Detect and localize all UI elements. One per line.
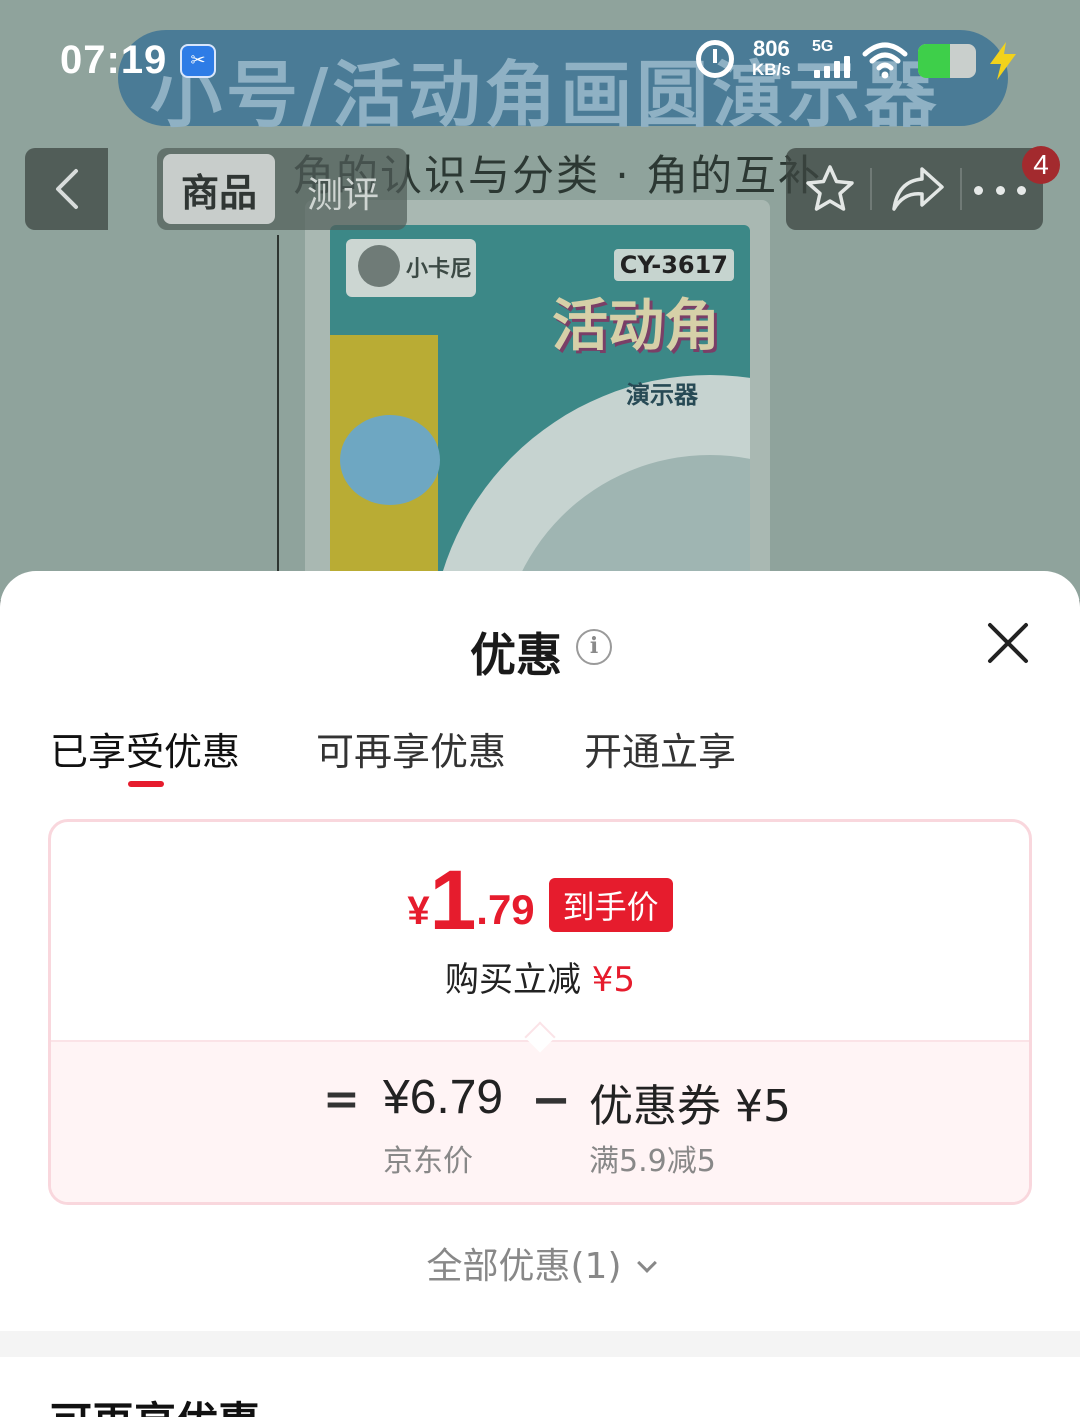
brand-mascot-icon (358, 245, 400, 287)
net-speed-value: 806 (753, 36, 790, 61)
star-icon[interactable] (804, 163, 856, 215)
active-tab-indicator (128, 781, 164, 787)
net-speed-unit: KB/s (752, 60, 791, 79)
frame-line (277, 235, 279, 575)
reduction-label: 购买立减 (444, 960, 581, 1000)
gear-graphic (340, 415, 440, 505)
jd-price-label: 京东价 (383, 1144, 473, 1179)
charging-bolt-icon (990, 42, 1016, 80)
nav-tabs: 商品 测评 (157, 148, 407, 230)
divider (870, 168, 872, 210)
coupon-rule: 满5.9减5 (589, 1144, 716, 1179)
net-speed: 806 KB/s (752, 38, 791, 80)
minus-sign: − (531, 1072, 572, 1128)
product-brand: 小卡尼 (406, 257, 473, 282)
notification-badge: 4 (1022, 146, 1060, 184)
final-price-tag: 到手价 (548, 878, 673, 932)
status-time: 07:19 (60, 38, 168, 82)
battery-level (918, 44, 950, 78)
sheet-title: 优惠 (470, 628, 562, 682)
close-icon[interactable] (986, 621, 1030, 665)
price-integer: 1 (429, 853, 477, 947)
equals-sign: = (323, 1074, 360, 1125)
final-price: ¥ 1 .79 到手价 (51, 858, 1029, 942)
section-divider (0, 1331, 1080, 1357)
price-currency: ¥ (407, 889, 430, 933)
product-brand-logo: 小卡尼 (346, 239, 476, 297)
tab-enjoyed-offers[interactable]: 已享受优惠 (50, 721, 240, 776)
chevron-down-icon (636, 1253, 657, 1273)
price-formula: = ¥6.79 京东价 − 优惠券 ¥5 满5.9减5 (51, 1070, 1029, 1180)
tab-activate-offers[interactable]: 开通立享 (584, 721, 736, 776)
product-package: 小卡尼 CY-3617 活动角 演示器 (330, 225, 750, 595)
nav-actions (786, 148, 1043, 230)
price-decimal: .79 (476, 886, 535, 933)
jd-price: ¥6.79 (383, 1071, 504, 1124)
tab-product[interactable]: 商品 (163, 154, 275, 224)
price-breakdown-card: ¥ 1 .79 到手价 购买立减 ¥5 = ¥6.79 京东价 − 优惠券 ¥5… (48, 819, 1032, 1205)
battery-icon (918, 44, 976, 78)
network-type: 5G (812, 38, 834, 55)
product-name-sub: 演示器 (626, 381, 698, 409)
reduction-amount: ¥5 (591, 960, 636, 1000)
status-icons: 806 KB/s 5G (696, 36, 1026, 84)
reduction-line: 购买立减 ¥5 (51, 952, 1029, 1001)
coupon-amount: 优惠券 ¥5 (589, 1081, 791, 1132)
tab-review[interactable]: 测评 (307, 166, 379, 218)
all-offers-label: 全部优惠(1) (426, 1246, 622, 1287)
wifi-icon (862, 42, 908, 79)
all-offers-toggle[interactable]: 全部优惠(1) (0, 1237, 1080, 1289)
product-background: 小号/活动角画圆演示器 角的认识与分类 · 角的互补 小卡尼 CY-3617 活… (0, 0, 1080, 600)
divider (960, 168, 962, 210)
signal-icon (814, 56, 854, 78)
share-icon[interactable] (890, 163, 946, 215)
product-name: 活动角 (552, 294, 720, 359)
more-offers-section-title: 可再享优惠 (50, 1389, 260, 1417)
product-model: CY-3617 (613, 249, 734, 281)
more-icon[interactable] (970, 170, 1030, 210)
tab-more-offers[interactable]: 可再享优惠 (316, 721, 506, 776)
offers-sheet: 优惠 i 已享受优惠 可再享优惠 开通立享 ¥ 1 .79 到手价 购买立减 ¥… (0, 571, 1080, 1417)
info-icon[interactable]: i (576, 629, 612, 665)
screenshot-app-icon: ✂ (180, 44, 216, 78)
chevron-left-icon (55, 169, 78, 209)
back-button[interactable] (25, 148, 108, 230)
alarm-icon (696, 40, 734, 78)
